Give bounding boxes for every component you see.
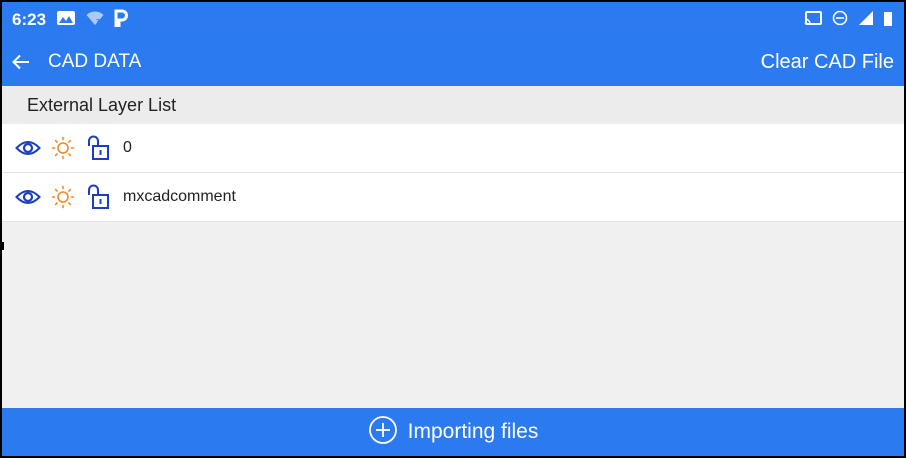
import-files-button[interactable]: Importing files (2, 408, 904, 456)
parking-icon (114, 9, 129, 32)
eye-icon[interactable] (14, 183, 42, 211)
layer-row[interactable]: 0 (2, 124, 904, 173)
gallery-icon (56, 10, 76, 31)
unlock-icon[interactable] (84, 134, 112, 162)
layer-name: 0 (123, 139, 132, 156)
sun-icon[interactable] (49, 134, 77, 162)
app-bar: CAD DATA Clear CAD File (2, 38, 904, 86)
layer-row[interactable]: mxcadcomment (2, 173, 904, 222)
sun-icon[interactable] (49, 183, 77, 211)
layer-list-header-label: External Layer List (27, 94, 177, 115)
status-bar-left: 6:23 ? (12, 9, 129, 32)
import-files-label: Importing files (407, 420, 539, 443)
app-frame: 6:23 ? CAD DATA Clear CAD File External … (0, 0, 906, 458)
app-bar-left: CAD DATA (12, 51, 141, 73)
cast-icon (804, 10, 822, 31)
layer-list: 0 mxcadcomment (2, 124, 904, 222)
status-time: 6:23 (12, 10, 47, 29)
add-circle-icon (368, 415, 398, 450)
layer-list-header: External Layer List (2, 86, 904, 124)
back-arrow-icon[interactable] (12, 54, 30, 70)
unlock-icon[interactable] (84, 183, 112, 211)
eye-icon[interactable] (14, 134, 42, 162)
do-not-disturb-icon (832, 10, 848, 31)
clear-cad-file-button[interactable]: Clear CAD File (761, 51, 894, 74)
wifi-icon: ? (86, 10, 104, 31)
signal-icon (858, 10, 874, 31)
svg-text:?: ? (96, 18, 100, 26)
edge-mark (2, 242, 4, 250)
status-bar: 6:23 ? (2, 2, 904, 38)
layer-name: mxcadcomment (123, 188, 236, 205)
status-bar-right (804, 10, 892, 31)
battery-icon (884, 10, 892, 31)
page-title: CAD DATA (48, 51, 142, 72)
empty-content-area (2, 224, 904, 414)
